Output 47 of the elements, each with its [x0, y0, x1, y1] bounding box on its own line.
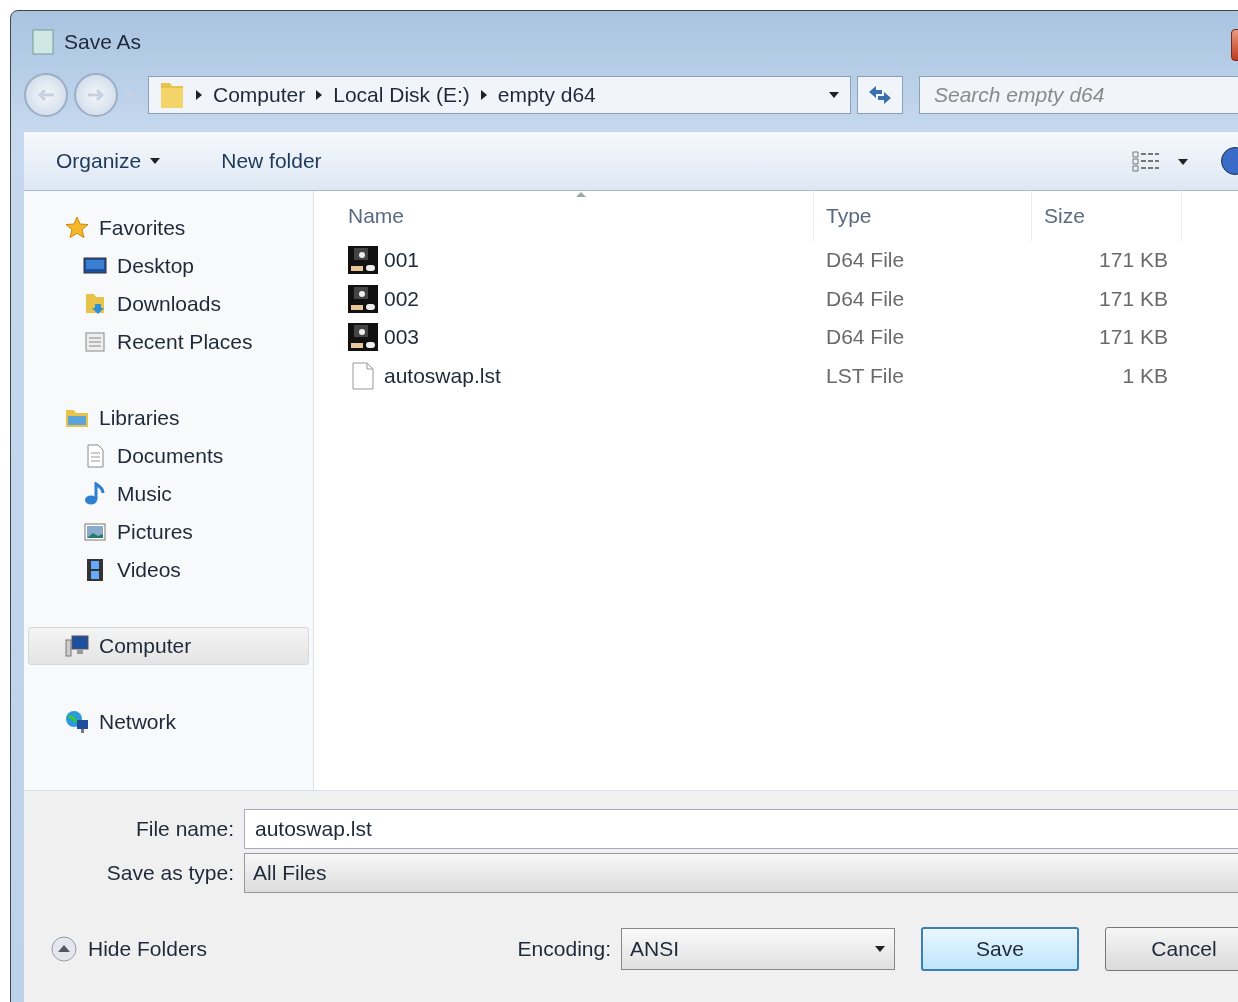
file-name: 001	[384, 248, 420, 273]
window-title: Save As	[64, 30, 142, 54]
file-size: 171 KB	[1098, 325, 1169, 350]
sidebar-item[interactable]: Downloads	[28, 285, 309, 323]
file-size: 171 KB	[1098, 248, 1169, 273]
file-type: LST File	[825, 363, 905, 388]
sidebar-item[interactable]: Videos	[28, 551, 309, 589]
sidebar-item[interactable]: Network	[28, 703, 309, 741]
search-field[interactable]: Search empty d64	[919, 76, 1238, 114]
field-label: File name:	[134, 817, 234, 841]
sidebar-item[interactable]: Favorites	[28, 209, 309, 247]
file-name: 003	[384, 325, 420, 350]
column-header[interactable]: Name	[336, 191, 814, 241]
file-name: 002	[384, 286, 420, 311]
file-type: D64 File	[825, 286, 906, 311]
address-bar[interactable]: Computer Local Disk (E:) empty d64	[148, 76, 851, 114]
file-row[interactable]: 003 D64 File 171 KB	[336, 318, 1238, 357]
sidebar-item[interactable]: Desktop	[28, 247, 309, 285]
column-header[interactable]: Size	[1032, 191, 1182, 241]
file-name-field[interactable]: autoswap.lst	[244, 809, 1238, 849]
sidebar-item[interactable]: Pictures	[28, 513, 309, 551]
file-name: autoswap.lst	[384, 363, 501, 388]
file-row[interactable]: 002 D64 File 171 KB	[336, 279, 1238, 318]
save-as-type-dropdown[interactable]: All Files	[244, 853, 1238, 893]
new-folder-button[interactable]: New folder	[211, 145, 332, 177]
file-row[interactable]: autoswap.lst LST File 1 KB	[336, 356, 1238, 395]
sidebar-item[interactable]: Libraries	[28, 399, 309, 437]
file-row[interactable]: 001 D64 File 171 KB	[336, 241, 1238, 280]
breadcrumb[interactable]: Computer	[213, 83, 306, 107]
hide-folders-button[interactable]: Hide Folders	[44, 934, 214, 964]
sidebar-item[interactable]: Music	[28, 475, 309, 513]
file-type: D64 File	[825, 248, 906, 273]
sidebar-item[interactable]: Computer	[28, 627, 309, 665]
file-size: 1 KB	[1121, 363, 1169, 388]
organize-menu[interactable]: Organize	[46, 145, 172, 177]
dialog-button[interactable]: Cancel	[1105, 927, 1238, 971]
breadcrumb[interactable]: empty d64	[497, 83, 596, 107]
column-header[interactable]: Type	[814, 191, 1032, 241]
field-label: Save as type:	[105, 861, 234, 885]
file-type: D64 File	[825, 325, 906, 350]
file-size: 171 KB	[1098, 286, 1169, 311]
dialog-button[interactable]: Save	[921, 927, 1079, 971]
sidebar-item[interactable]: Recent Places	[28, 323, 309, 361]
sidebar-item[interactable]: Documents	[28, 437, 309, 475]
encoding-dropdown[interactable]: ANSI	[621, 928, 895, 970]
breadcrumb[interactable]: Local Disk (E:)	[333, 83, 470, 107]
encoding-label: Encoding:	[517, 937, 611, 961]
